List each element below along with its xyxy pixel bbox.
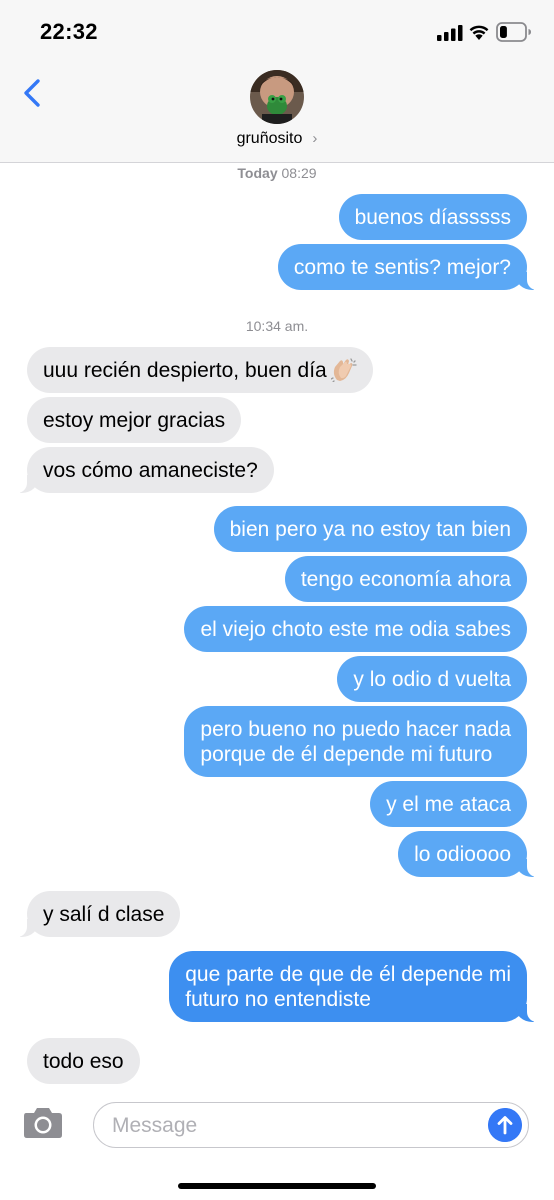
message-bubble-outgoing[interactable]: y el me ataca	[370, 781, 527, 827]
message-input-placeholder: Message	[112, 1114, 198, 1137]
message-input[interactable]: Message	[93, 1102, 529, 1148]
message-composer: Message	[0, 1088, 554, 1200]
message-bubble-outgoing[interactable]: y lo odio d vuelta	[337, 656, 527, 702]
contact-name-row[interactable]: gruñosito ›	[0, 130, 554, 148]
message-bubble-outgoing[interactable]: tengo economía ahora	[284, 556, 527, 602]
back-chevron-icon[interactable]	[18, 78, 48, 108]
message-bubble-outgoing[interactable]: como te sentis? mejor?	[277, 244, 540, 290]
message-thread[interactable]: Today 08:29 buenos díasssss como te sent…	[0, 163, 554, 1088]
wifi-icon	[469, 25, 489, 40]
message-bubble-outgoing[interactable]: el viejo choto este me odia sabes	[184, 606, 527, 652]
message-bubble-outgoing[interactable]: que parte de que de él depende mi futuro …	[169, 951, 539, 1022]
timestamp: 10:34 am.	[245, 318, 309, 334]
message-bubble-incoming[interactable]: estoy mejor gracias	[27, 397, 242, 443]
message-bubble-incoming[interactable]: y salí d clase	[14, 891, 181, 937]
camera-icon[interactable]	[22, 1104, 64, 1140]
contact-name[interactable]: gruñosito	[237, 130, 303, 148]
message-bubble-outgoing[interactable]: buenos díasssss	[338, 194, 527, 240]
conversation-header: gruñosito ›	[0, 64, 554, 163]
message-bubble-outgoing[interactable]: lo odioooo	[398, 831, 539, 877]
home-indicator[interactable]	[178, 1183, 376, 1189]
status-bar: 22:32	[0, 0, 554, 64]
message-bubble-incoming[interactable]: vos cómo amaneciste?	[15, 447, 274, 493]
battery-icon	[496, 22, 531, 42]
clapping-hands-icon	[330, 358, 357, 382]
contact-avatar[interactable]	[250, 70, 304, 124]
send-arrow-icon[interactable]	[488, 1108, 522, 1142]
chevron-right-icon: ›	[312, 130, 318, 147]
timestamp: Today 08:29	[237, 165, 317, 181]
message-bubble-outgoing[interactable]: bien pero ya no estoy tan bien	[213, 506, 527, 552]
status-time: 22:32	[40, 19, 98, 44]
message-bubble-outgoing[interactable]: pero bueno no puedo hacer nada porque de …	[184, 706, 527, 777]
message-bubble-incoming[interactable]: uuu recién despierto, buen día	[27, 347, 373, 393]
cellular-signal-icon	[437, 25, 463, 41]
message-bubble-incoming[interactable]: todo eso	[27, 1038, 140, 1084]
